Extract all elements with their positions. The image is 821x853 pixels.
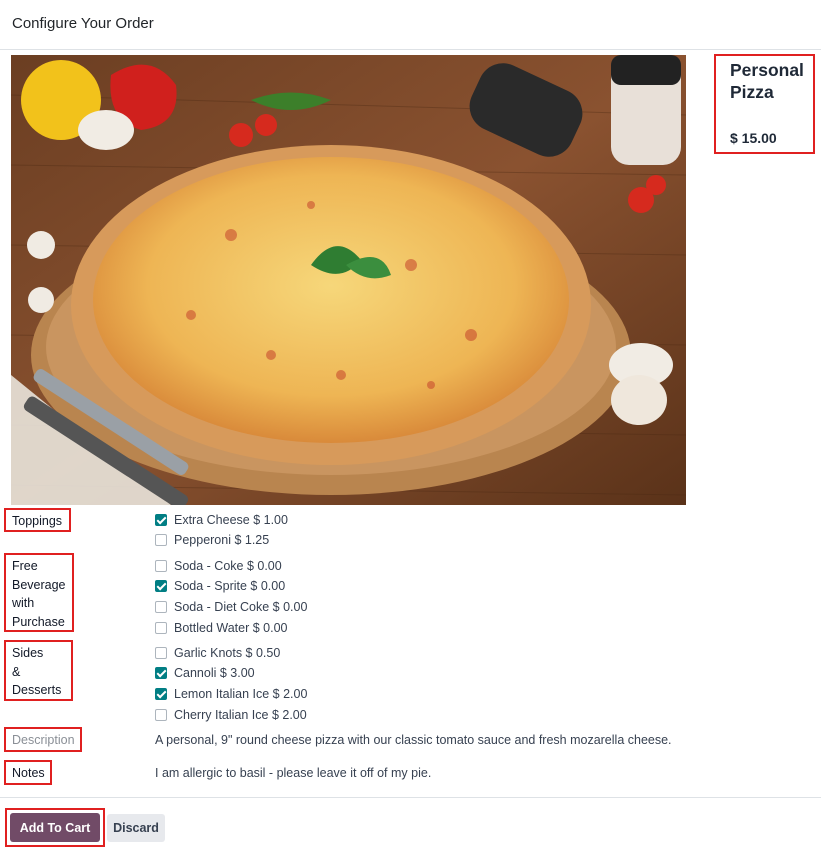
option-label: Cherry Italian Ice $ 2.00	[174, 708, 307, 722]
checkbox[interactable]	[155, 514, 167, 526]
checkbox[interactable]	[155, 647, 167, 659]
description-text: A personal, 9" round cheese pizza with o…	[155, 733, 672, 747]
product-info: Personal Pizza $ 15.00	[714, 54, 815, 154]
dialog-title: Configure Your Order	[12, 15, 154, 32]
option-bottled-water[interactable]: Bottled Water $ 0.00	[155, 620, 288, 636]
option-label: Garlic Knots $ 0.50	[174, 646, 281, 660]
checkbox[interactable]	[155, 601, 167, 613]
option-cherry-italian-ice[interactable]: Cherry Italian Ice $ 2.00	[155, 707, 307, 723]
option-label: Soda - Sprite $ 0.00	[174, 579, 286, 593]
checkbox[interactable]	[155, 534, 167, 546]
checkbox[interactable]	[155, 580, 167, 592]
option-garlic-knots[interactable]: Garlic Knots $ 0.50	[155, 645, 280, 661]
option-label: Soda - Coke $ 0.00	[174, 559, 282, 573]
product-image	[11, 55, 686, 505]
option-label: Bottled Water $ 0.00	[174, 621, 288, 635]
attribute-label-sides-desserts: Sides & Desserts	[4, 640, 73, 701]
attribute-label-free-beverage: Free Beverage with Purchase	[4, 553, 74, 632]
attribute-label-toppings: Toppings	[4, 508, 71, 532]
product-name: Personal Pizza	[730, 60, 804, 102]
option-lemon-italian-ice[interactable]: Lemon Italian Ice $ 2.00	[155, 686, 307, 702]
option-label: Extra Cheese $ 1.00	[174, 513, 288, 527]
add-to-cart-button[interactable]: Add To Cart	[10, 813, 100, 842]
checkbox[interactable]	[155, 688, 167, 700]
product-price: $ 15.00	[730, 130, 777, 146]
option-label: Cannoli $ 3.00	[174, 666, 255, 680]
option-soda-coke[interactable]: Soda - Coke $ 0.00	[155, 558, 282, 574]
discard-button[interactable]: Discard	[107, 814, 165, 842]
option-label: Pepperoni $ 1.25	[174, 533, 270, 547]
checkbox[interactable]	[155, 560, 167, 572]
option-extra-cheese[interactable]: Extra Cheese $ 1.00	[155, 512, 288, 528]
option-soda-diet-coke[interactable]: Soda - Diet Coke $ 0.00	[155, 599, 307, 615]
dialog-header: Configure Your Order	[0, 0, 821, 50]
option-label: Soda - Diet Coke $ 0.00	[174, 600, 308, 614]
checkbox[interactable]	[155, 709, 167, 721]
add-to-cart-highlight: Add To Cart	[5, 808, 105, 847]
option-pepperoni[interactable]: Pepperoni $ 1.25	[155, 532, 269, 548]
notes-label: Notes	[4, 760, 52, 785]
notes-input[interactable]: I am allergic to basil - please leave it…	[155, 766, 431, 780]
option-label: Lemon Italian Ice $ 2.00	[174, 687, 308, 701]
checkbox[interactable]	[155, 622, 167, 634]
option-soda-sprite[interactable]: Soda - Sprite $ 0.00	[155, 578, 285, 594]
description-label: Description	[4, 727, 82, 752]
checkbox[interactable]	[155, 667, 167, 679]
option-cannoli[interactable]: Cannoli $ 3.00	[155, 665, 255, 681]
